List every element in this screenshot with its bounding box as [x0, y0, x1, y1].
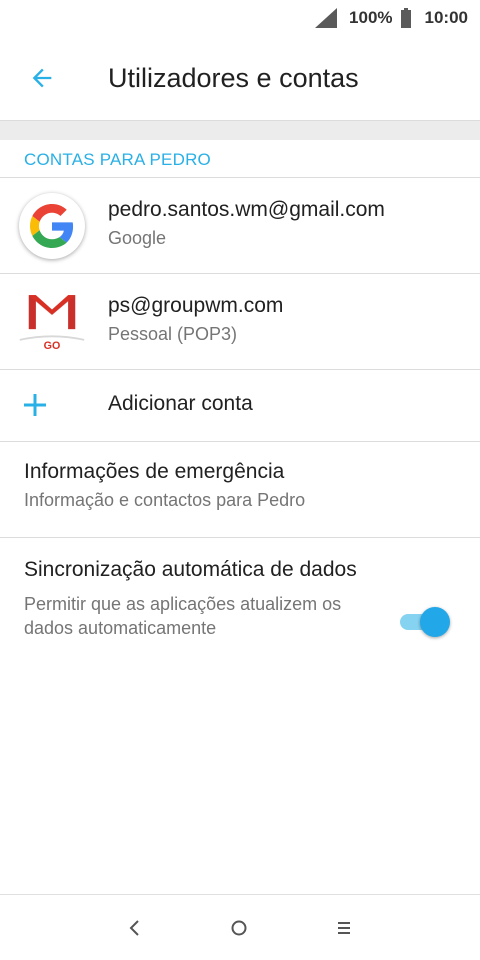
status-bar: 100% 10:00	[0, 0, 480, 36]
auto-sync-subtitle: Permitir que as aplicações atualizem os …	[24, 594, 342, 638]
nav-recents-button[interactable]	[329, 915, 359, 941]
toggle-thumb	[420, 607, 450, 637]
account-email: ps@groupwm.com	[108, 294, 284, 317]
gmail-go-badge: GO	[44, 340, 61, 352]
back-icon	[129, 920, 139, 936]
emergency-info-row[interactable]: Informações de emergência Informação e c…	[0, 442, 480, 538]
account-type: Pessoal (POP3)	[108, 324, 238, 344]
battery-icon	[400, 8, 411, 28]
auto-sync-row[interactable]: Sincronização automática de dados Permit…	[0, 538, 480, 708]
auto-sync-toggle[interactable]	[398, 606, 452, 638]
account-icon: GO	[18, 288, 86, 356]
gmail-go-icon: GO	[19, 295, 85, 352]
add-account-row[interactable]: Adicionar conta	[0, 370, 480, 442]
google-logo-icon	[30, 204, 74, 248]
account-type: Google	[108, 228, 167, 248]
clock: 10:00	[424, 8, 468, 27]
account-row-google[interactable]: pedro.santos.wm@gmail.com Google	[0, 178, 480, 274]
auto-sync-title: Sincronização automática de dados	[24, 558, 357, 581]
emergency-title: Informações de emergência	[24, 460, 285, 483]
add-account-label: Adicionar conta	[108, 392, 253, 415]
battery-percent: 100%	[349, 8, 393, 27]
nav-home-button[interactable]	[224, 915, 254, 941]
divider	[0, 120, 480, 140]
signal-icon	[315, 8, 338, 28]
google-icon	[19, 193, 85, 259]
page-title: Utilizadores e contas	[108, 62, 359, 93]
emergency-subtitle: Informação e contactos para Pedro	[24, 490, 306, 510]
arrow-back-icon	[32, 68, 52, 88]
nav-back-button[interactable]	[119, 915, 149, 941]
app-bar: Utilizadores e contas	[0, 36, 480, 120]
home-icon	[231, 920, 247, 936]
plus-icon	[24, 394, 46, 416]
account-email: pedro.santos.wm@gmail.com	[108, 198, 385, 221]
back-button[interactable]	[0, 36, 84, 120]
section-header: CONTAS PARA PEDRO	[24, 150, 211, 169]
account-icon	[18, 192, 86, 260]
navigation-bar	[0, 894, 480, 960]
account-row-pop3[interactable]: GO ps@groupwm.com Pessoal (POP3)	[0, 274, 480, 370]
recents-icon	[338, 922, 350, 934]
